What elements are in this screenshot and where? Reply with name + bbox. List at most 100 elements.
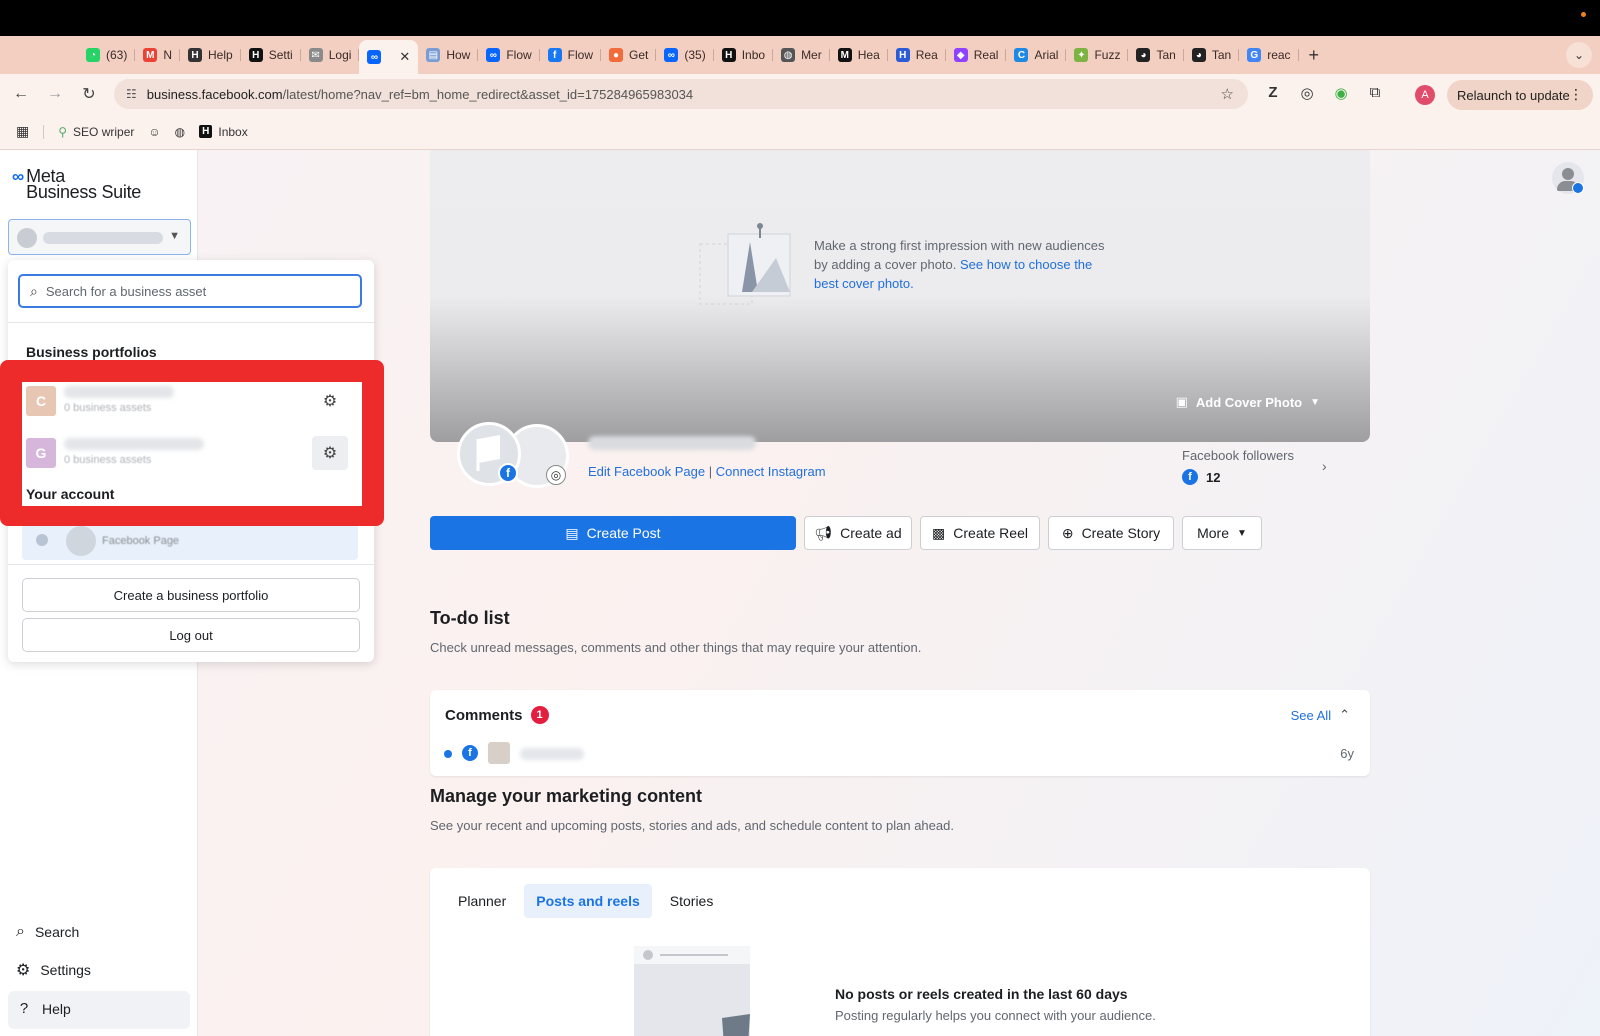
green-eye-extension-icon[interactable]: ◉ — [1330, 84, 1352, 104]
tab-search-button[interactable]: ⌄ — [1566, 42, 1592, 68]
comment-time: 6y — [1340, 746, 1354, 761]
content-tabs: Planner Posts and reels Stories — [446, 884, 725, 918]
log-out-button[interactable]: Log out — [22, 618, 360, 652]
tab-posts-and-reels[interactable]: Posts and reels — [524, 884, 652, 918]
browser-tab[interactable]: ∞ Flow — [478, 40, 541, 70]
gear-icon[interactable]: ⚙ — [312, 436, 348, 470]
create-post-button[interactable]: ▤ Create Post — [430, 516, 796, 550]
meta-business-suite-logo[interactable]: ∞ Meta Business Suite — [12, 167, 141, 201]
your-account-page-row[interactable]: Facebook Page — [22, 522, 358, 560]
post-icon: ▤ — [565, 524, 579, 541]
bookmark-inbox[interactable]: H Inbox — [199, 125, 248, 139]
bookmark-label: Inbox — [218, 124, 248, 139]
browser-tab[interactable]: ∞ ✕ — [359, 40, 419, 74]
red-highlight-box: C 0 business assets ⚙ G 0 business asset… — [0, 360, 384, 526]
address-bar[interactable]: ☷ business.facebook.com/latest/home?nav_… — [114, 79, 1248, 109]
bookmark-seo-wriper[interactable]: ⚲ SEO wriper — [58, 125, 134, 139]
browser-tab[interactable]: MN — [135, 40, 180, 70]
see-all-link[interactable]: See All ⌃ — [1291, 707, 1350, 723]
add-cover-label: Add Cover Photo — [1195, 394, 1303, 410]
nav-settings[interactable]: ⚙ Settings — [16, 960, 91, 980]
account-type-label: Facebook Page — [102, 535, 180, 547]
close-icon[interactable]: ✕ — [399, 49, 410, 65]
tab-stories[interactable]: Stories — [658, 884, 726, 918]
browser-tab[interactable]: f Flow — [540, 40, 602, 70]
account-selector[interactable]: ▼ — [8, 219, 191, 255]
browser-tab[interactable]: Greac — [1239, 40, 1299, 70]
relaunch-label: Relaunch to update — [1457, 87, 1570, 103]
browser-tab[interactable]: H Setti — [241, 40, 301, 70]
todo-subtitle: Check unread messages, comments and othe… — [430, 640, 922, 655]
portfolio-item[interactable]: C 0 business assets ⚙ — [26, 382, 354, 426]
tab-label: Mer — [801, 48, 822, 62]
reload-icon[interactable]: ↻ — [72, 84, 106, 104]
nav-search-label: Search — [34, 924, 80, 940]
profile-avatar[interactable]: A — [1415, 85, 1435, 105]
portfolio-avatar: G — [26, 438, 56, 468]
browser-tab[interactable]: ◆ Real — [946, 40, 1007, 70]
browser-tab[interactable]: C Arial — [1006, 40, 1067, 70]
bookmark-star-icon[interactable]: ☆ — [1221, 85, 1234, 103]
browser-tab[interactable]: ◔ (63) — [78, 40, 136, 70]
address-row: ← → ↻ ☷ business.facebook.com/latest/hom… — [0, 74, 1600, 114]
browser-tab[interactable]: ▤ How — [418, 40, 479, 70]
new-tab-icon[interactable]: + — [1299, 45, 1330, 66]
browser-tab[interactable]: ✦ Fuzz — [1066, 40, 1129, 70]
globe-icon: ◍ — [781, 48, 796, 62]
meta-icon: ∞ — [486, 48, 501, 62]
browser-tab[interactable]: H Help — [180, 40, 241, 70]
z-extension-icon[interactable]: Z — [1262, 84, 1284, 104]
create-ad-button[interactable]: 📢︎ Create ad — [804, 516, 912, 550]
portfolio-item[interactable]: G 0 business assets ⚙ — [26, 434, 354, 478]
browser-tab[interactable]: M Hea — [830, 40, 888, 70]
connect-instagram-link[interactable]: Connect Instagram — [716, 464, 826, 479]
followers-stat[interactable]: Facebook followers f 12 — [1182, 448, 1294, 485]
tab-label: Flow — [506, 48, 532, 62]
bookmark-person[interactable]: ☺ — [148, 125, 160, 139]
cover-photo-area: Make a strong first impression with new … — [430, 150, 1370, 442]
create-reel-button[interactable]: ▩ Create Reel — [920, 516, 1040, 550]
browser-tab[interactable]: H Inbo — [714, 40, 774, 70]
facebook-page-avatar[interactable]: f — [457, 422, 521, 486]
add-cover-photo-button[interactable]: ▣ Add Cover Photo ▼ — [1176, 394, 1320, 410]
see-all-label: See All — [1290, 707, 1332, 723]
edit-facebook-page-link[interactable]: Edit Facebook Page — [588, 464, 705, 479]
kebab-menu-icon[interactable]: ⋮ — [1569, 86, 1583, 103]
bookmark-globe[interactable]: ◍ — [175, 125, 185, 139]
tab-planner[interactable]: Planner — [446, 884, 518, 918]
create-story-button[interactable]: ⊕ Create Story — [1048, 516, 1174, 550]
nav-search[interactable]: ⌕ Search — [16, 923, 79, 941]
back-icon[interactable]: ← — [4, 85, 38, 103]
link-separator: | — [708, 464, 713, 479]
forward-icon[interactable]: → — [38, 85, 72, 103]
url-text[interactable]: business.facebook.com/latest/home?nav_re… — [147, 87, 693, 102]
browser-tab[interactable]: ✉ Logi — [301, 40, 360, 70]
nav-settings-label: Settings — [40, 962, 91, 978]
create-business-portfolio-button[interactable]: Create a business portfolio — [22, 578, 360, 612]
browser-tab[interactable]: ● Get — [601, 40, 657, 70]
more-label: More — [1197, 525, 1229, 541]
puzzle-extension-icon[interactable]: ⧉ — [1364, 84, 1386, 104]
site-info-icon[interactable]: ☷ — [126, 87, 137, 101]
comment-redacted — [520, 748, 584, 760]
user-avatar-icon[interactable] — [1552, 162, 1584, 194]
more-button[interactable]: More ▼ — [1182, 516, 1262, 550]
browser-tab[interactable]: H Rea — [888, 40, 946, 70]
todo-title: To-do list — [430, 608, 510, 628]
business-asset-search[interactable]: ⌕ — [18, 274, 362, 308]
followers-count: 12 — [1206, 469, 1221, 485]
relaunch-button[interactable]: Relaunch to update ⋮ — [1447, 80, 1593, 110]
browser-tab[interactable]: ◍ Mer — [773, 40, 830, 70]
comment-row[interactable]: f 6y — [444, 740, 1354, 768]
browser-tab[interactable]: ◕ Tan — [1184, 40, 1240, 70]
apps-grid-icon[interactable]: ▦ — [16, 123, 29, 140]
browser-tab[interactable]: ◕ Tan — [1128, 40, 1185, 70]
chevron-up-icon: ⌃ — [1339, 707, 1350, 722]
nav-help[interactable]: ? Help — [16, 1000, 71, 1017]
gear-icon[interactable]: ⚙ — [312, 384, 348, 418]
business-asset-search-input[interactable] — [45, 283, 336, 299]
eye-off-extension-icon[interactable]: ◎ — [1296, 84, 1318, 104]
chevron-right-icon[interactable]: › — [1322, 458, 1327, 474]
m-icon: M — [837, 48, 852, 62]
browser-tab[interactable]: ∞ (35) — [656, 40, 715, 70]
